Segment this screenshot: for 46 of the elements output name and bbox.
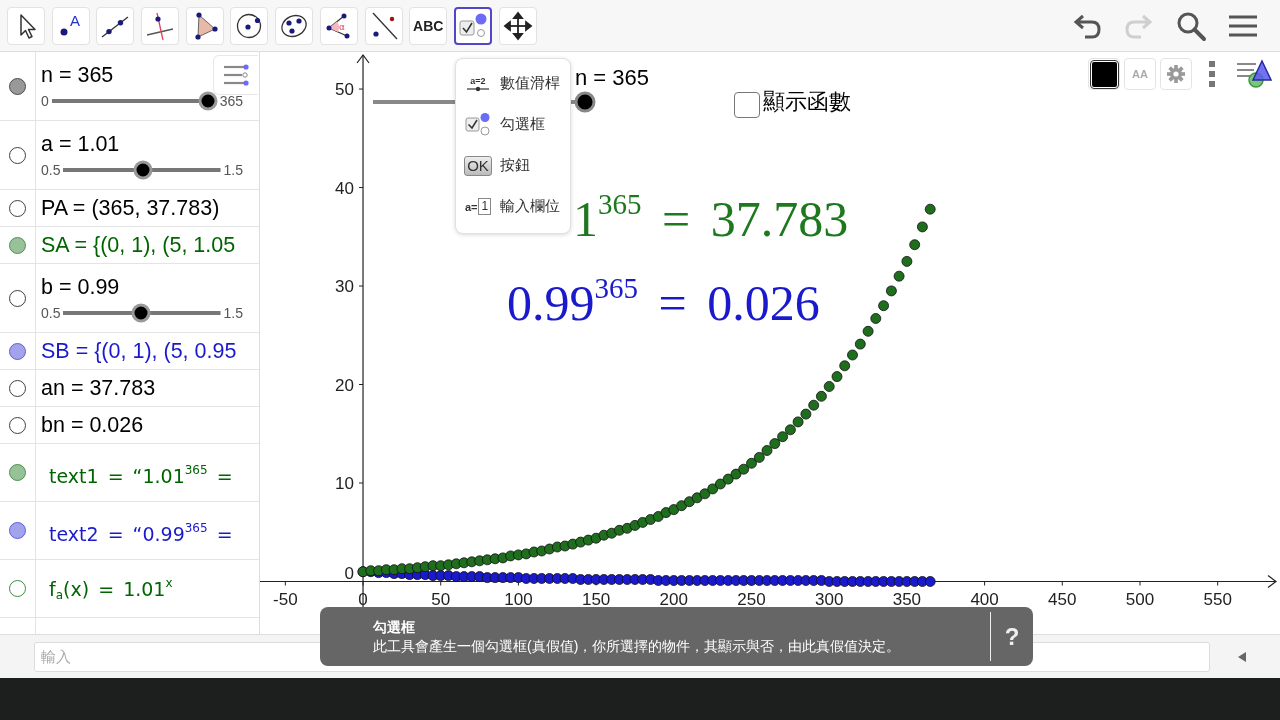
slider-label: n = 365 [575, 65, 649, 91]
axis-label: 150 [581, 589, 611, 609]
algebra-entry: PA = (365, 37.783) [41, 195, 220, 221]
slider-max-label: 1.5 [223, 304, 243, 321]
checkbox-label: 顯示函數 [763, 88, 851, 116]
axis-label: 10 [335, 474, 355, 493]
slider-min-label: 0.5 [41, 161, 61, 178]
axis-label: 350 [892, 589, 922, 609]
axis-label: 550 [1203, 589, 1232, 609]
algebra-entry: text2 = “0.99$^{365}$ = [48, 519, 233, 547]
axis-label: 300 [815, 589, 844, 609]
menu-item-label: 數值滑桿 [500, 74, 560, 93]
algebra-entry: a = 1.01 [41, 131, 120, 157]
tooltip-text: 此工具會產生一個勾選框(真假值)，你所選擇的物件，其顯示與否，由此真假值決定。 [373, 636, 902, 656]
menu-item-label: 輸入欄位 [500, 197, 560, 216]
algebra-entry: SA = {(0, 1), (5, 1.05 [41, 232, 236, 258]
axis-label: 250 [737, 589, 766, 609]
algebra-entry: b = 0.99 [41, 274, 120, 300]
algebra-entry: f$_{a}$(x) = 1.01$^{x}$ [48, 574, 173, 604]
axis-label: 400 [970, 589, 999, 609]
algebra-entry: an = 37.783 [41, 375, 156, 401]
axis-label: -50 [273, 589, 298, 609]
axis-label: 200 [659, 589, 688, 609]
button-icon: OK [464, 155, 492, 176]
algebra-entry: bn = 0.026 [41, 412, 144, 438]
menu-item-label: 勾選框 [500, 115, 545, 134]
algebra-entry: n = 365 [41, 62, 114, 88]
axis-label: 30 [335, 277, 355, 296]
axis-label: 100 [504, 589, 533, 609]
axis-label: 50 [431, 589, 451, 609]
slider-min-label: 0 [41, 92, 49, 109]
axis-label: 450 [1048, 589, 1077, 609]
tooltip-title: 勾選框 [373, 617, 416, 637]
algebra-entry: SB = {(0, 1), (5, 0.95 [41, 338, 237, 364]
axis-label: 0 [344, 563, 355, 583]
axis-label: 40 [335, 178, 355, 198]
slider-max-label: 1.5 [223, 161, 243, 178]
axis-label: 500 [1125, 589, 1155, 609]
slider-max-label: 365 [219, 92, 243, 109]
algebra-entry: text1 = “1.01$^{365}$ = [48, 461, 233, 489]
math-text: 0.99$^{365}$ = 0.026 [507, 271, 820, 333]
menu-item-label: 按鈕 [500, 156, 530, 175]
axis-label: 20 [335, 375, 355, 395]
axis-label: 50 [335, 80, 355, 100]
math-text: 1$^{365}$ = 37.783 [573, 187, 849, 249]
slider-min-label: 0.5 [41, 304, 61, 321]
